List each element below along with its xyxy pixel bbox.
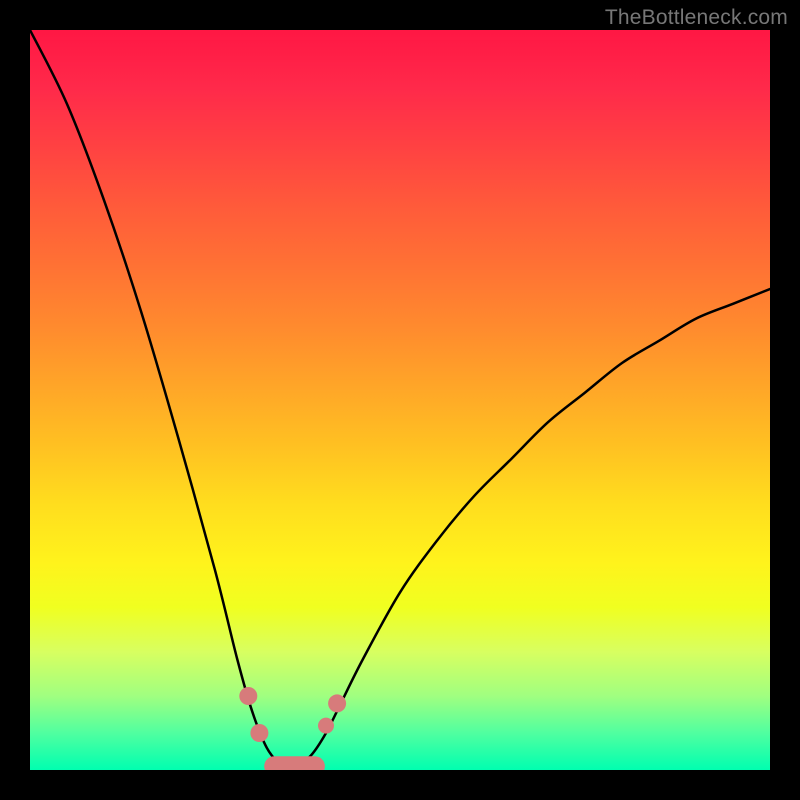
highlight-dot: [328, 694, 346, 712]
bottleneck-curve-path: [30, 30, 770, 770]
highlight-dot: [239, 687, 257, 705]
chart-frame: TheBottleneck.com: [0, 0, 800, 800]
watermark-text: TheBottleneck.com: [605, 6, 788, 30]
highlight-dot: [250, 724, 268, 742]
highlight-dot: [318, 718, 334, 734]
plot-area: [30, 30, 770, 770]
bottleneck-curve: [30, 30, 770, 770]
